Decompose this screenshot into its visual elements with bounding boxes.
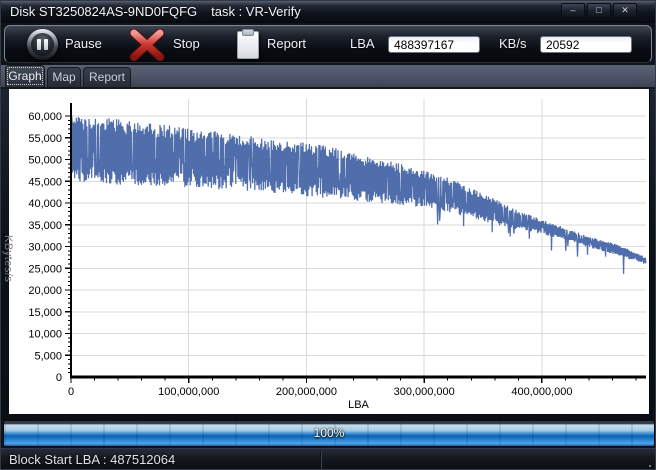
minimize-button[interactable]: – [561,3,585,18]
report-button[interactable]: Report [267,26,306,62]
svg-text:25,000: 25,000 [28,263,62,275]
stop-icon[interactable] [129,29,165,61]
svg-text:10,000: 10,000 [28,329,62,341]
svg-text:30,000: 30,000 [28,242,62,254]
title-bar: Disk ST3250824AS-9ND0FQFG task : VR-Verif… [1,1,655,23]
window-controls: – □ ✕ [561,3,637,18]
lba-input[interactable] [388,36,480,53]
svg-text:100,000,000: 100,000,000 [158,386,219,398]
close-button[interactable]: ✕ [613,3,637,18]
y-axis-label: KBytes/s [2,235,14,283]
progress-bar: 100% [3,420,655,447]
svg-text:LBA: LBA [348,399,369,411]
svg-text:300,000,000: 300,000,000 [394,386,455,398]
tab-map[interactable]: Map [47,67,81,87]
pause-icon[interactable] [27,29,58,60]
tab-graph[interactable]: Graph [5,65,45,87]
stop-button[interactable]: Stop [173,26,200,62]
chart-region: 0 5,000 10,000 15,000 20,000 25,000 30,000 35,0… [1,89,655,420]
status-divider [321,451,322,469]
chart-panel: 0 5,000 10,000 15,000 20,000 25,000 30,000 35,0… [9,89,650,414]
disk-title: Disk ST3250824AS-9ND0FQFG [10,4,198,19]
svg-text:55,000: 55,000 [28,133,62,145]
svg-text:15,000: 15,000 [28,307,62,319]
kbs-input[interactable] [540,36,632,53]
svg-text:0: 0 [68,386,74,398]
svg-text:20,000: 20,000 [28,285,62,297]
tab-bar: Graph Map Report [1,65,655,89]
tab-report[interactable]: Report [83,67,131,87]
svg-text:200,000,000: 200,000,000 [276,386,337,398]
lba-label: LBA [350,36,375,51]
svg-text:50,000: 50,000 [28,155,62,167]
status-bar: Block Start LBA : 487512064 [1,448,655,469]
window-title: Disk ST3250824AS-9ND0FQFG task : VR-Verif… [10,1,301,23]
svg-text:60,000: 60,000 [28,111,62,123]
svg-text:35,000: 35,000 [28,220,62,232]
speed-chart: 0 5,000 10,000 15,000 20,000 25,000 30,000 35,0… [28,99,647,411]
svg-text:5,000: 5,000 [34,350,62,362]
status-text: Block Start LBA : 487512064 [9,452,176,467]
svg-text:40,000: 40,000 [28,198,62,210]
kbs-label: KB/s [499,36,527,51]
toolbar: Pause Stop Report LBA KB/s [4,25,652,63]
pause-button[interactable]: Pause [65,26,102,62]
app-window: Disk ST3250824AS-9ND0FQFG task : VR-Verif… [0,0,656,470]
svg-text:400,000,000: 400,000,000 [511,386,572,398]
svg-text:45,000: 45,000 [28,176,62,188]
task-title: task : VR-Verify [211,4,301,19]
progress-percent: 100% [313,426,345,440]
svg-text:0: 0 [56,372,62,384]
report-icon[interactable] [237,29,259,59]
maximize-button[interactable]: □ [587,3,611,18]
resize-grip[interactable] [641,465,643,467]
